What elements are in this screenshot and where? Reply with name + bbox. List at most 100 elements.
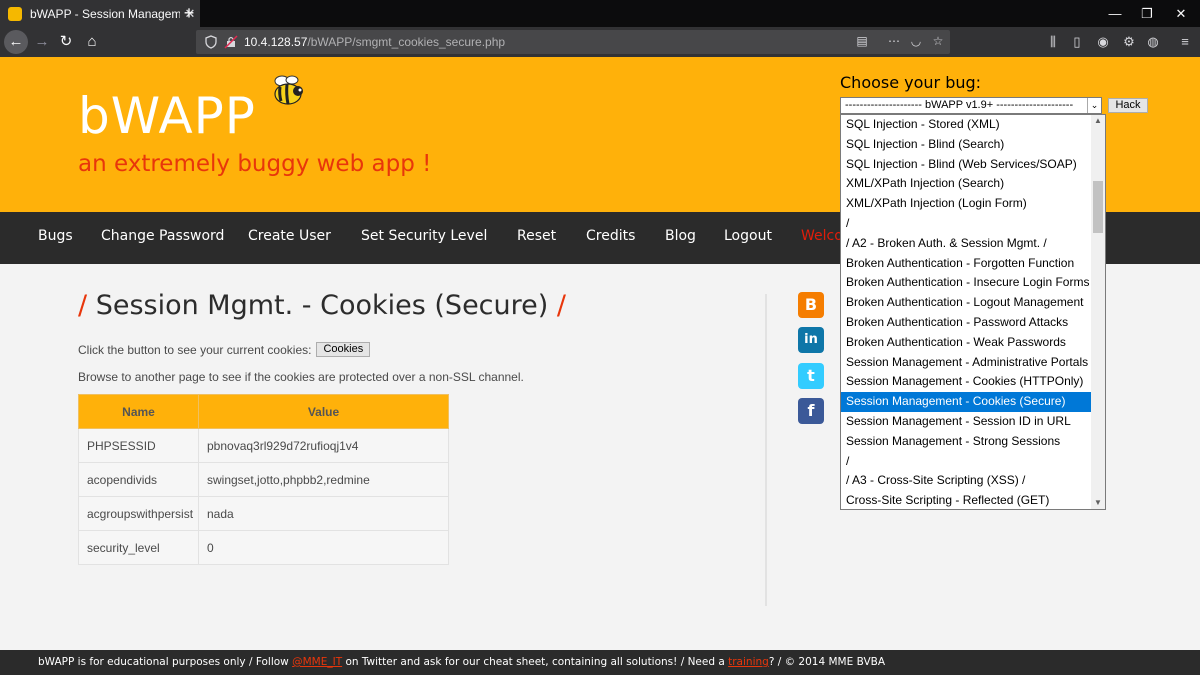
dropdown-option[interactable]: Broken Authentication - Forgotten Functi… [841, 254, 1092, 274]
site-tagline: an extremely buggy web app ! [78, 151, 432, 177]
instruction-row: Click the button to see your current coo… [78, 342, 371, 357]
training-link[interactable]: training [728, 656, 769, 668]
dropdown-option-selected[interactable]: Session Management - Cookies (Secure) [841, 392, 1092, 412]
new-tab-button[interactable]: + [178, 2, 200, 24]
browse-text: Browse to another page to see if the coo… [78, 370, 524, 384]
account-icon[interactable]: ◉ [1092, 31, 1114, 53]
footer-text-1: bWAPP is for educational purposes only /… [38, 656, 293, 668]
extension-icon[interactable]: ◍ [1142, 31, 1164, 53]
tab-title: bWAPP - Session Management [30, 6, 180, 21]
dropdown-option[interactable]: Broken Authentication - Logout Managemen… [841, 293, 1092, 313]
title-slash-left: / [78, 290, 88, 321]
bug-dropdown-list[interactable]: SQL Injection - Stored (XML) SQL Injecti… [840, 114, 1106, 510]
dropdown-option[interactable]: SQL Injection - Blind (Search) [841, 135, 1092, 155]
cookie-value: swingset,jotto,phpbb2,redmine [198, 462, 449, 497]
site-logo: bWAPP [78, 87, 256, 145]
close-window-button[interactable]: ✕ [1162, 0, 1200, 27]
bee-icon [274, 75, 303, 105]
cookie-name: acopendivids [78, 462, 199, 497]
blogger-icon[interactable]: B [798, 292, 824, 318]
column-header-value: Value [198, 394, 449, 429]
page-actions-icon[interactable]: ⋯ [884, 31, 904, 51]
shield-icon[interactable] [204, 35, 218, 49]
cookie-value: 0 [198, 530, 449, 565]
hack-button[interactable]: Hack [1108, 98, 1148, 113]
title-slash-right: / [556, 290, 566, 321]
proxy-extension-icon[interactable]: ⚙ [1118, 31, 1140, 53]
facebook-icon[interactable]: f [798, 398, 824, 424]
menu-item-create-user[interactable]: Create User [248, 228, 331, 244]
dropdown-option[interactable]: SQL Injection - Stored (XML) [841, 115, 1092, 135]
dropdown-option[interactable]: / A2 - Broken Auth. & Session Mgmt. / [841, 234, 1092, 254]
site-footer: bWAPP is for educational purposes only /… [0, 650, 1200, 675]
dropdown-option[interactable]: / [841, 452, 1092, 472]
dropdown-option[interactable]: Session Management - Strong Sessions [841, 432, 1092, 452]
dropdown-option[interactable]: Session Management - Administrative Port… [841, 353, 1092, 373]
dropdown-option[interactable]: Cross-Site Scripting - Reflected (GET) [841, 491, 1092, 509]
dropdown-option[interactable]: SQL Injection - Blind (Web Services/SOAP… [841, 155, 1092, 175]
page-title-text: Session Mgmt. - Cookies (Secure) [95, 290, 549, 321]
dropdown-option[interactable]: Session Management - Session ID in URL [841, 412, 1092, 432]
menu-item-change-password[interactable]: Change Password [101, 228, 224, 244]
library-icon[interactable]: ⫼ [1042, 31, 1064, 53]
menu-item-blog[interactable]: Blog [665, 228, 696, 244]
scroll-up-icon[interactable]: ▲ [1091, 115, 1105, 127]
browser-tab[interactable]: bWAPP - Session Management ✕ [0, 0, 200, 27]
dropdown-option[interactable]: Broken Authentication - Insecure Login F… [841, 273, 1092, 293]
menu-item-credits[interactable]: Credits [586, 228, 635, 244]
content-divider [765, 294, 767, 606]
home-button[interactable]: ⌂ [80, 30, 104, 54]
menu-item-welcome: Welco [801, 228, 843, 244]
browser-toolbar: ← → ↻ ⌂ 10.4.128.57/bWAPP/smgmt_cookies_… [0, 27, 1200, 57]
footer-text-3: ? / © 2014 MME BVBA [768, 656, 886, 668]
choose-bug-label: Choose your bug: [840, 73, 982, 92]
dropdown-option[interactable]: XML/XPath Injection (Search) [841, 174, 1092, 194]
reload-button[interactable]: ↻ [54, 30, 78, 54]
menu-item-logout[interactable]: Logout [724, 228, 772, 244]
insecure-lock-icon[interactable] [224, 35, 238, 49]
scrollbar-thumb[interactable] [1093, 181, 1103, 233]
cookie-name: acgroupswithpersist [78, 496, 199, 531]
sidebar-icon[interactable]: ▯ [1066, 31, 1088, 53]
pocket-icon[interactable]: ◡ [906, 31, 926, 51]
menu-item-bugs[interactable]: Bugs [38, 228, 73, 244]
dropdown-option[interactable]: Broken Authentication - Weak Passwords [841, 333, 1092, 353]
dropdown-scrollbar[interactable]: ▲ ▼ [1091, 115, 1105, 509]
dropdown-option[interactable]: Session Management - Cookies (HTTPOnly) [841, 372, 1092, 392]
dropdown-option[interactable]: / [841, 214, 1092, 234]
menu-item-set-security-level[interactable]: Set Security Level [361, 228, 487, 244]
hamburger-menu-icon[interactable]: ≡ [1174, 31, 1196, 53]
table-header-row: Name Value [78, 394, 449, 429]
back-button[interactable]: ← [4, 30, 28, 54]
instruction-text: Click the button to see your current coo… [78, 342, 312, 357]
page-title: / Session Mgmt. - Cookies (Secure) / [78, 290, 566, 321]
reader-view-icon[interactable]: ▤ [852, 31, 872, 51]
column-header-name: Name [78, 394, 199, 429]
cookie-name: PHPSESSID [78, 428, 199, 463]
dropdown-option[interactable]: XML/XPath Injection (Login Form) [841, 194, 1092, 214]
cookie-value: nada [198, 496, 449, 531]
menu-item-reset[interactable]: Reset [517, 228, 556, 244]
twitter-link[interactable]: @MME_IT [292, 656, 342, 668]
bug-select-value: --------------------- bWAPP v1.9+ ------… [845, 99, 1074, 111]
forward-button[interactable]: → [30, 30, 54, 54]
dropdown-option[interactable]: Broken Authentication - Password Attacks [841, 313, 1092, 333]
footer-text-2: on Twitter and ask for our cheat sheet, … [342, 656, 729, 668]
bug-select[interactable]: --------------------- bWAPP v1.9+ ------… [840, 97, 1102, 114]
twitter-icon[interactable]: t [798, 363, 824, 389]
bookmark-star-icon[interactable]: ☆ [928, 31, 948, 51]
browser-tab-bar: bWAPP - Session Management ✕ + — ❐ ✕ [0, 0, 1200, 27]
address-bar[interactable]: 10.4.128.57/bWAPP/smgmt_cookies_secure.p… [196, 30, 950, 54]
bee-favicon-icon [8, 6, 22, 21]
dropdown-option[interactable]: / A3 - Cross-Site Scripting (XSS) / [841, 471, 1092, 491]
linkedin-icon[interactable]: in [798, 327, 824, 353]
chevron-down-icon[interactable]: ⌄ [1087, 98, 1101, 113]
scroll-down-icon[interactable]: ▼ [1091, 497, 1105, 509]
table-row: acopendivids swingset,jotto,phpbb2,redmi… [78, 462, 449, 497]
maximize-button[interactable]: ❐ [1128, 0, 1166, 27]
table-row: acgroupswithpersist nada [78, 496, 449, 531]
url-path: /bWAPP/smgmt_cookies_secure.php [307, 35, 506, 49]
cookies-button[interactable]: Cookies [316, 342, 371, 357]
table-row: security_level 0 [78, 530, 449, 565]
cookie-value: pbnovaq3rl929d72rufioqj1v4 [198, 428, 449, 463]
